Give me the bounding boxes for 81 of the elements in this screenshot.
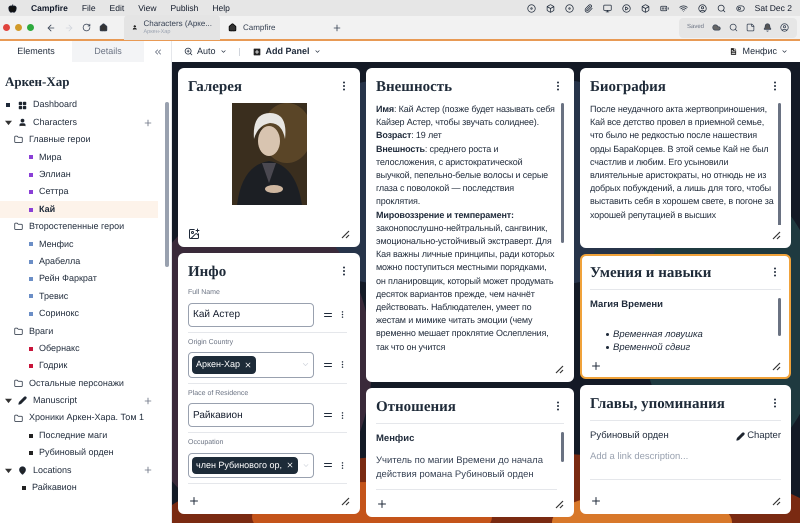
caret-icon[interactable] — [5, 397, 12, 404]
search-icon[interactable] — [729, 23, 738, 32]
sidebar-item[interactable]: Соринокс — [39, 307, 80, 321]
sidebar-section[interactable]: Dashboard — [33, 98, 153, 112]
zoom-icon — [184, 47, 193, 56]
search-icon[interactable] — [716, 4, 726, 12]
tab-title: Characters (Арке... — [143, 20, 212, 28]
folder-icon — [14, 135, 23, 144]
sidebar-item[interactable]: Рейн Фаркрат — [39, 272, 97, 286]
menu-item[interactable]: View — [138, 2, 156, 14]
apple-icon[interactable] — [8, 4, 17, 12]
caret-icon[interactable] — [5, 119, 12, 126]
zoom-button[interactable]: Auto — [184, 44, 227, 58]
user-icon[interactable] — [698, 4, 707, 12]
toggle-icon[interactable] — [736, 4, 745, 12]
folder-icon — [14, 326, 23, 336]
account-icon[interactable] — [780, 23, 789, 32]
project-title: Аркен-Хар — [5, 73, 70, 91]
bell-icon[interactable] — [763, 23, 772, 32]
folder-item[interactable]: Второстепенные герои — [29, 220, 124, 234]
add-square-icon — [252, 46, 262, 56]
sidebar-item[interactable]: Эллиан — [39, 168, 71, 182]
document-icon — [729, 47, 738, 56]
folder-item[interactable]: Главные герои — [29, 133, 90, 147]
disc-icon[interactable] — [564, 4, 574, 12]
menu-item[interactable]: Help — [212, 2, 230, 14]
folder-item[interactable]: Враги — [29, 324, 54, 338]
menu-item[interactable]: Edit — [110, 2, 124, 14]
sidebar-item[interactable]: Обернакс — [39, 342, 80, 356]
sidebar-section[interactable]: Manuscript — [33, 394, 137, 408]
sidebar-item[interactable]: Сеттра — [39, 185, 68, 199]
section-icon — [18, 118, 27, 128]
sidebar-item[interactable]: Годрик — [39, 359, 68, 373]
play-icon[interactable] — [622, 4, 631, 12]
menu-clock: Sat Dec 2 — [754, 2, 792, 14]
box-icon[interactable] — [640, 4, 650, 12]
user-icon — [132, 23, 138, 32]
cloud-icon — [712, 23, 721, 32]
sidebar-item[interactable]: Последние маги — [39, 428, 108, 442]
chevron-down-icon — [314, 48, 321, 55]
chevron-down-icon — [781, 48, 788, 55]
character-dropdown[interactable]: Менфис — [729, 44, 788, 58]
sidebar-section[interactable]: Characters — [33, 116, 137, 130]
monitor-icon[interactable] — [602, 4, 612, 12]
wifi-icon[interactable] — [678, 4, 688, 12]
battery-icon[interactable] — [660, 4, 669, 12]
folder-icon — [14, 222, 23, 232]
menu-item[interactable]: Publish — [170, 2, 198, 14]
sidebar-item[interactable]: Кай — [39, 202, 56, 216]
menu-item[interactable]: File — [82, 2, 96, 14]
chevron-down-icon — [220, 48, 227, 55]
sidebar-item[interactable]: Мира — [39, 150, 62, 164]
sidebar-item[interactable]: Арабелла — [39, 254, 80, 268]
app-menu[interactable]: Campfire — [31, 2, 68, 14]
add-panel-button[interactable]: Add Panel — [252, 44, 321, 58]
reload-icon[interactable] — [82, 23, 91, 32]
box-icon[interactable] — [546, 4, 555, 12]
caret-icon[interactable] — [5, 466, 12, 474]
back-icon[interactable] — [46, 22, 56, 32]
browser-tab[interactable]: Campfire — [220, 15, 316, 40]
disc-icon[interactable] — [526, 4, 536, 12]
section-icon — [18, 466, 27, 475]
sidebar-section[interactable]: Locations — [33, 464, 137, 478]
folder-item[interactable]: Остальные персонажи — [29, 376, 124, 390]
home-icon[interactable] — [99, 23, 108, 32]
sidebar-item[interactable]: Рубиновый орден — [39, 446, 114, 460]
section-icon — [18, 396, 27, 406]
new-tab-icon[interactable] — [332, 22, 342, 32]
sidebar-item[interactable]: Менфис — [39, 238, 74, 252]
sidebar-item[interactable]: Тревис — [39, 290, 68, 304]
folder-icon — [14, 414, 23, 423]
folder-item[interactable]: Хроники Аркен-Хара. Том 1 — [29, 411, 144, 425]
note-icon[interactable] — [746, 23, 755, 32]
home-icon — [228, 23, 237, 32]
paperclip-icon[interactable] — [584, 4, 593, 12]
section-icon — [18, 100, 27, 110]
tab-title: Campfire — [243, 24, 276, 32]
folder-icon — [14, 378, 23, 388]
sidebar-item[interactable]: Райкавион — [32, 481, 77, 495]
sidebar-tab[interactable]: Details — [72, 41, 144, 62]
collapse-icon[interactable] — [152, 46, 162, 56]
